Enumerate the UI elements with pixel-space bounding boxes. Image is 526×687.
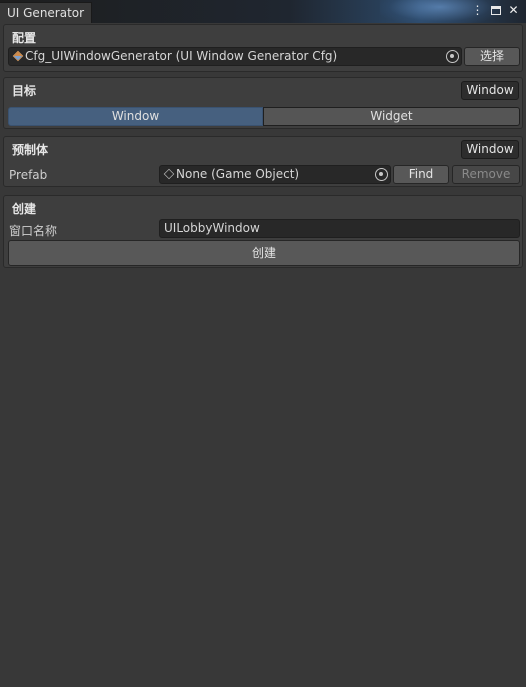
prefab-label: Prefab: [9, 168, 48, 182]
window-tab[interactable]: UI Generator: [0, 2, 92, 23]
prefab-value: None (Game Object): [176, 167, 300, 181]
target-mode-badge[interactable]: Window: [461, 81, 519, 100]
game-object-icon: [163, 168, 175, 180]
find-button[interactable]: Find: [393, 165, 449, 184]
window-name-input[interactable]: UILobbyWindow: [159, 219, 520, 238]
window-titlebar: UI Generator ⋮ ✕: [0, 0, 526, 24]
object-picker-icon[interactable]: [446, 50, 459, 63]
prefab-mode-badge[interactable]: Window: [461, 140, 519, 159]
config-section-title: 配置: [12, 31, 37, 45]
window-name-label: 窗口名称: [9, 224, 58, 238]
maximize-icon[interactable]: [488, 3, 503, 18]
create-section: 创建 窗口名称 UILobbyWindow 创建: [3, 195, 523, 268]
prefab-section: 预制体 Window Prefab None (Game Object) Fin…: [3, 136, 523, 187]
close-icon[interactable]: ✕: [506, 3, 521, 18]
target-option-window[interactable]: Window: [8, 107, 263, 126]
target-section: 目标 Window Window Widget: [3, 77, 523, 129]
target-section-title: 目标: [12, 84, 37, 98]
prefab-section-title: 预制体: [12, 143, 49, 157]
kebab-menu-icon[interactable]: ⋮: [470, 3, 485, 18]
create-section-title: 创建: [12, 202, 37, 216]
select-config-button[interactable]: 选择: [464, 47, 520, 66]
scriptable-object-icon: [12, 50, 24, 62]
config-asset-field[interactable]: Cfg_UIWindowGenerator (UI Window Generat…: [8, 47, 462, 66]
titlebar-controls: ⋮ ✕: [470, 3, 521, 18]
target-option-widget[interactable]: Widget: [263, 107, 520, 126]
config-asset-value: Cfg_UIWindowGenerator (UI Window Generat…: [25, 49, 338, 63]
create-button[interactable]: 创建: [8, 240, 520, 266]
config-section: 配置 Cfg_UIWindowGenerator (UI Window Gene…: [3, 24, 523, 72]
prefab-object-field[interactable]: None (Game Object): [159, 165, 391, 184]
object-picker-icon[interactable]: [375, 168, 388, 181]
remove-button: Remove: [452, 165, 520, 184]
